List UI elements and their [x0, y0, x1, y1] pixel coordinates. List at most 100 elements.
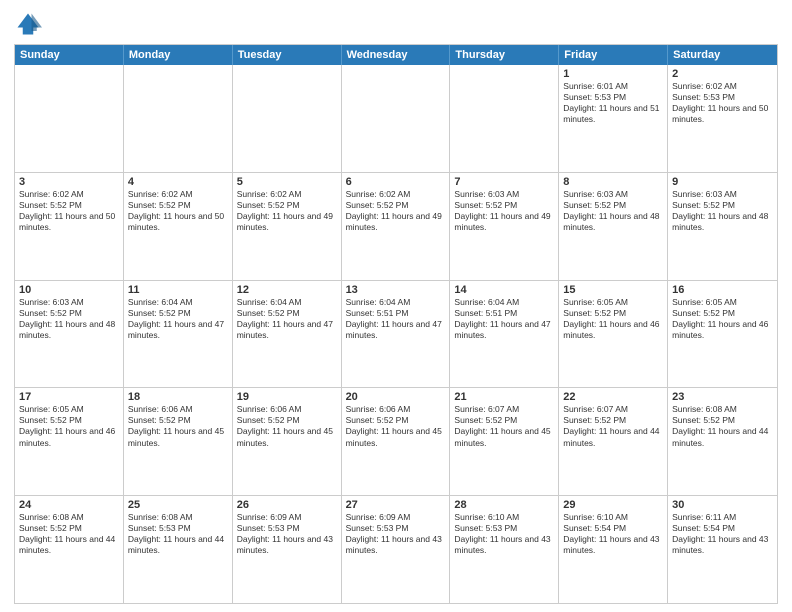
calendar-row-4: 24Sunrise: 6:08 AM Sunset: 5:52 PM Dayli… [15, 496, 777, 603]
cell-info: Sunrise: 6:06 AM Sunset: 5:52 PM Dayligh… [128, 404, 228, 448]
calendar-cell: 8Sunrise: 6:03 AM Sunset: 5:52 PM Daylig… [559, 173, 668, 280]
day-number: 10 [19, 284, 119, 296]
header-day-tuesday: Tuesday [233, 45, 342, 65]
calendar-cell: 12Sunrise: 6:04 AM Sunset: 5:52 PM Dayli… [233, 281, 342, 388]
calendar-cell: 29Sunrise: 6:10 AM Sunset: 5:54 PM Dayli… [559, 496, 668, 603]
day-number: 12 [237, 284, 337, 296]
day-number: 9 [672, 176, 773, 188]
day-number: 18 [128, 391, 228, 403]
cell-info: Sunrise: 6:05 AM Sunset: 5:52 PM Dayligh… [563, 297, 663, 341]
cell-info: Sunrise: 6:10 AM Sunset: 5:54 PM Dayligh… [563, 512, 663, 556]
day-number: 8 [563, 176, 663, 188]
calendar-cell: 16Sunrise: 6:05 AM Sunset: 5:52 PM Dayli… [668, 281, 777, 388]
calendar-cell [233, 65, 342, 172]
page: SundayMondayTuesdayWednesdayThursdayFrid… [0, 0, 792, 612]
day-number: 3 [19, 176, 119, 188]
cell-info: Sunrise: 6:06 AM Sunset: 5:52 PM Dayligh… [346, 404, 446, 448]
calendar-cell: 7Sunrise: 6:03 AM Sunset: 5:52 PM Daylig… [450, 173, 559, 280]
cell-info: Sunrise: 6:04 AM Sunset: 5:52 PM Dayligh… [237, 297, 337, 341]
calendar: SundayMondayTuesdayWednesdayThursdayFrid… [14, 44, 778, 604]
cell-info: Sunrise: 6:10 AM Sunset: 5:53 PM Dayligh… [454, 512, 554, 556]
calendar-cell: 21Sunrise: 6:07 AM Sunset: 5:52 PM Dayli… [450, 388, 559, 495]
header [14, 10, 778, 38]
header-day-friday: Friday [559, 45, 668, 65]
calendar-cell: 1Sunrise: 6:01 AM Sunset: 5:53 PM Daylig… [559, 65, 668, 172]
calendar-cell: 20Sunrise: 6:06 AM Sunset: 5:52 PM Dayli… [342, 388, 451, 495]
day-number: 29 [563, 499, 663, 511]
calendar-cell: 6Sunrise: 6:02 AM Sunset: 5:52 PM Daylig… [342, 173, 451, 280]
header-day-saturday: Saturday [668, 45, 777, 65]
calendar-cell: 9Sunrise: 6:03 AM Sunset: 5:52 PM Daylig… [668, 173, 777, 280]
day-number: 26 [237, 499, 337, 511]
calendar-cell: 18Sunrise: 6:06 AM Sunset: 5:52 PM Dayli… [124, 388, 233, 495]
calendar-cell: 30Sunrise: 6:11 AM Sunset: 5:54 PM Dayli… [668, 496, 777, 603]
cell-info: Sunrise: 6:02 AM Sunset: 5:53 PM Dayligh… [672, 81, 773, 125]
cell-info: Sunrise: 6:04 AM Sunset: 5:51 PM Dayligh… [454, 297, 554, 341]
day-number: 4 [128, 176, 228, 188]
calendar-row-0: 1Sunrise: 6:01 AM Sunset: 5:53 PM Daylig… [15, 65, 777, 173]
calendar-cell: 11Sunrise: 6:04 AM Sunset: 5:52 PM Dayli… [124, 281, 233, 388]
day-number: 30 [672, 499, 773, 511]
cell-info: Sunrise: 6:02 AM Sunset: 5:52 PM Dayligh… [19, 189, 119, 233]
day-number: 24 [19, 499, 119, 511]
calendar-cell: 3Sunrise: 6:02 AM Sunset: 5:52 PM Daylig… [15, 173, 124, 280]
day-number: 25 [128, 499, 228, 511]
cell-info: Sunrise: 6:08 AM Sunset: 5:52 PM Dayligh… [19, 512, 119, 556]
calendar-cell: 25Sunrise: 6:08 AM Sunset: 5:53 PM Dayli… [124, 496, 233, 603]
calendar-cell: 24Sunrise: 6:08 AM Sunset: 5:52 PM Dayli… [15, 496, 124, 603]
header-day-thursday: Thursday [450, 45, 559, 65]
day-number: 5 [237, 176, 337, 188]
day-number: 15 [563, 284, 663, 296]
calendar-cell [450, 65, 559, 172]
calendar-cell: 28Sunrise: 6:10 AM Sunset: 5:53 PM Dayli… [450, 496, 559, 603]
day-number: 23 [672, 391, 773, 403]
cell-info: Sunrise: 6:08 AM Sunset: 5:52 PM Dayligh… [672, 404, 773, 448]
day-number: 21 [454, 391, 554, 403]
cell-info: Sunrise: 6:03 AM Sunset: 5:52 PM Dayligh… [19, 297, 119, 341]
cell-info: Sunrise: 6:07 AM Sunset: 5:52 PM Dayligh… [454, 404, 554, 448]
day-number: 22 [563, 391, 663, 403]
cell-info: Sunrise: 6:03 AM Sunset: 5:52 PM Dayligh… [563, 189, 663, 233]
cell-info: Sunrise: 6:03 AM Sunset: 5:52 PM Dayligh… [672, 189, 773, 233]
calendar-cell: 4Sunrise: 6:02 AM Sunset: 5:52 PM Daylig… [124, 173, 233, 280]
calendar-cell: 26Sunrise: 6:09 AM Sunset: 5:53 PM Dayli… [233, 496, 342, 603]
day-number: 28 [454, 499, 554, 511]
cell-info: Sunrise: 6:05 AM Sunset: 5:52 PM Dayligh… [672, 297, 773, 341]
calendar-cell: 5Sunrise: 6:02 AM Sunset: 5:52 PM Daylig… [233, 173, 342, 280]
cell-info: Sunrise: 6:08 AM Sunset: 5:53 PM Dayligh… [128, 512, 228, 556]
day-number: 16 [672, 284, 773, 296]
calendar-row-3: 17Sunrise: 6:05 AM Sunset: 5:52 PM Dayli… [15, 388, 777, 496]
calendar-cell [124, 65, 233, 172]
cell-info: Sunrise: 6:11 AM Sunset: 5:54 PM Dayligh… [672, 512, 773, 556]
calendar-cell: 10Sunrise: 6:03 AM Sunset: 5:52 PM Dayli… [15, 281, 124, 388]
calendar-cell: 14Sunrise: 6:04 AM Sunset: 5:51 PM Dayli… [450, 281, 559, 388]
header-day-monday: Monday [124, 45, 233, 65]
calendar-cell [15, 65, 124, 172]
logo [14, 10, 46, 38]
day-number: 13 [346, 284, 446, 296]
day-number: 1 [563, 68, 663, 80]
cell-info: Sunrise: 6:02 AM Sunset: 5:52 PM Dayligh… [128, 189, 228, 233]
cell-info: Sunrise: 6:04 AM Sunset: 5:51 PM Dayligh… [346, 297, 446, 341]
day-number: 27 [346, 499, 446, 511]
day-number: 17 [19, 391, 119, 403]
day-number: 19 [237, 391, 337, 403]
calendar-cell [342, 65, 451, 172]
day-number: 6 [346, 176, 446, 188]
day-number: 2 [672, 68, 773, 80]
day-number: 7 [454, 176, 554, 188]
calendar-cell: 2Sunrise: 6:02 AM Sunset: 5:53 PM Daylig… [668, 65, 777, 172]
calendar-cell: 13Sunrise: 6:04 AM Sunset: 5:51 PM Dayli… [342, 281, 451, 388]
calendar-cell: 22Sunrise: 6:07 AM Sunset: 5:52 PM Dayli… [559, 388, 668, 495]
calendar-header: SundayMondayTuesdayWednesdayThursdayFrid… [15, 45, 777, 65]
cell-info: Sunrise: 6:04 AM Sunset: 5:52 PM Dayligh… [128, 297, 228, 341]
header-day-sunday: Sunday [15, 45, 124, 65]
calendar-row-2: 10Sunrise: 6:03 AM Sunset: 5:52 PM Dayli… [15, 281, 777, 389]
cell-info: Sunrise: 6:06 AM Sunset: 5:52 PM Dayligh… [237, 404, 337, 448]
calendar-row-1: 3Sunrise: 6:02 AM Sunset: 5:52 PM Daylig… [15, 173, 777, 281]
cell-info: Sunrise: 6:01 AM Sunset: 5:53 PM Dayligh… [563, 81, 663, 125]
cell-info: Sunrise: 6:09 AM Sunset: 5:53 PM Dayligh… [237, 512, 337, 556]
day-number: 20 [346, 391, 446, 403]
calendar-cell: 23Sunrise: 6:08 AM Sunset: 5:52 PM Dayli… [668, 388, 777, 495]
cell-info: Sunrise: 6:05 AM Sunset: 5:52 PM Dayligh… [19, 404, 119, 448]
